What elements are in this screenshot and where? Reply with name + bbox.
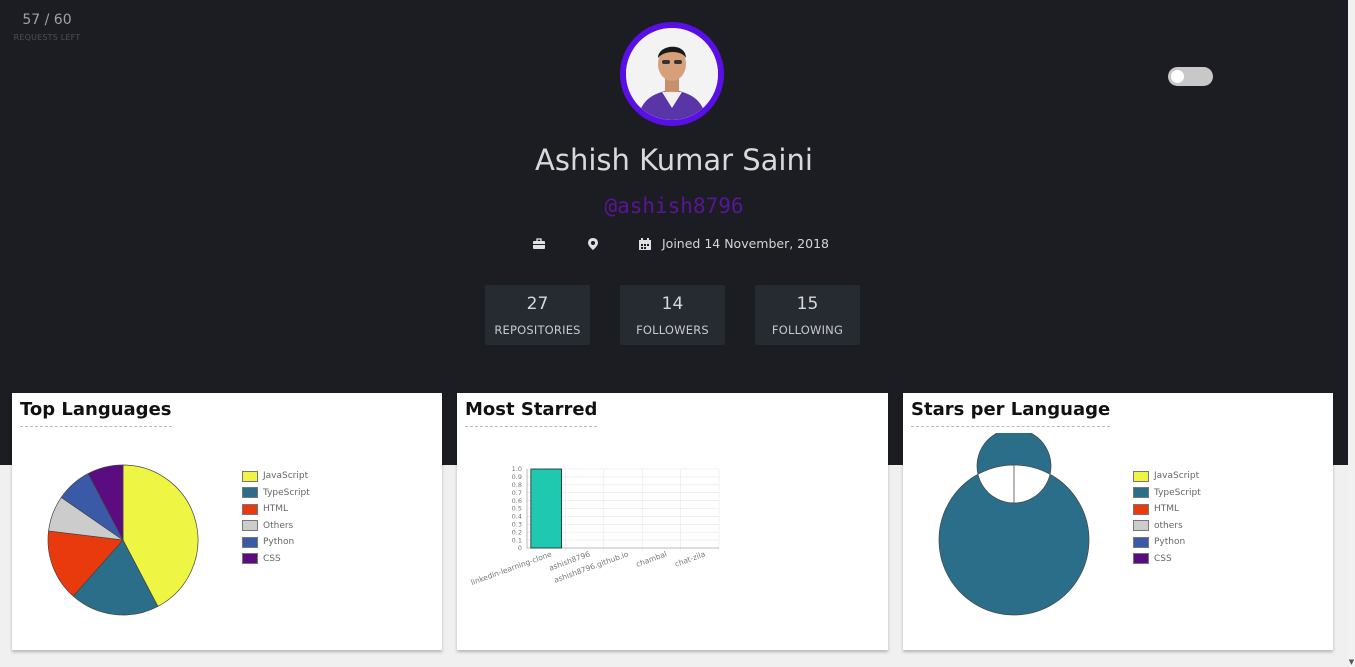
- avatar-photo-icon: [626, 28, 718, 120]
- requests-label: REQUESTS LEFT: [13, 33, 81, 42]
- y-tick-label: 0.8: [512, 481, 522, 489]
- rate-limit: 57 / 60 REQUESTS LEFT: [12, 12, 82, 42]
- stat-value: 14: [661, 294, 684, 314]
- legend-swatch: [1133, 470, 1149, 482]
- legend-label: HTML: [263, 504, 289, 515]
- y-tick-label: 0.5: [512, 505, 522, 513]
- stat-label: FOLLOWERS: [636, 323, 709, 337]
- avatar: [620, 22, 724, 126]
- legend-label: others: [1154, 520, 1183, 531]
- x-tick-label: chambal: [635, 549, 668, 568]
- top-languages-legend: JavaScript TypeScript HTML Others Python CSS: [242, 468, 310, 567]
- y-tick-label: 0.6: [512, 497, 522, 505]
- legend-swatch: [242, 520, 258, 532]
- legend-item-javascript[interactable]: JavaScript: [242, 468, 310, 485]
- legend-label: CSS: [263, 553, 281, 564]
- joined-date: Joined 14 November, 2018: [662, 236, 829, 251]
- stat-value: 15: [796, 294, 819, 314]
- stat-label: REPOSITORIES: [494, 323, 581, 337]
- top-languages-pie-chart: [47, 464, 199, 616]
- legend-swatch: [242, 503, 258, 515]
- most-starred-bar-chart: 00.10.20.30.40.50.60.70.80.91.0 linkedin-…: [470, 465, 720, 587]
- stars-per-language-doughnut-chart: [938, 433, 1090, 616]
- legend-item-javascript[interactable]: JavaScript: [1133, 468, 1201, 485]
- stat-label: FOLLOWING: [771, 323, 844, 337]
- legend-item-python[interactable]: Python: [1133, 534, 1201, 551]
- card-title: Stars per Language: [911, 399, 1111, 427]
- legend-item-typescript[interactable]: TypeScript: [1133, 485, 1201, 502]
- legend-item-css[interactable]: CSS: [242, 551, 310, 568]
- pie-slice-typescript[interactable]: [938, 433, 1090, 616]
- y-tick-label: 1.0: [512, 465, 522, 473]
- profile-login[interactable]: @ashish8796: [0, 194, 1348, 218]
- y-tick-label: 0.4: [512, 513, 522, 521]
- legend-swatch: [242, 470, 258, 482]
- bar-linkedin-learning-clone[interactable]: [530, 468, 562, 549]
- legend-item-html[interactable]: HTML: [1133, 501, 1201, 518]
- card-title: Top Languages: [20, 399, 172, 427]
- legend-swatch: [242, 487, 258, 499]
- legend-item-html[interactable]: HTML: [242, 501, 310, 518]
- legend-label: Others: [263, 520, 294, 531]
- legend-swatch: [1133, 553, 1149, 565]
- legend-label: TypeScript: [1154, 487, 1201, 498]
- legend-swatch: [1133, 487, 1149, 499]
- y-tick-label: 0.7: [512, 489, 522, 497]
- x-tick-label: chat-zila: [673, 549, 706, 568]
- legend-label: Python: [1154, 537, 1186, 548]
- legend-label: HTML: [1154, 504, 1180, 515]
- y-tick-label: 0.1: [512, 536, 522, 544]
- scroll-down-arrow-icon[interactable]: ▼: [1348, 657, 1355, 667]
- legend-label: Python: [263, 537, 295, 548]
- legend-label: CSS: [1154, 553, 1172, 564]
- x-tick-label: linkedin-learning-clone: [470, 549, 554, 587]
- scrollbar[interactable]: ▼: [1348, 0, 1355, 667]
- legend-item-typescript[interactable]: TypeScript: [242, 485, 310, 502]
- stat-following[interactable]: 15 FOLLOWING: [755, 285, 860, 345]
- legend-swatch: [1133, 503, 1149, 515]
- legend-item-others[interactable]: Others: [242, 518, 310, 535]
- location-pin-icon: [586, 236, 602, 252]
- stat-value: 27: [526, 294, 549, 314]
- y-tick-label: 0.9: [512, 473, 522, 481]
- y-tick-label: 0.3: [512, 521, 522, 529]
- stat-repositories[interactable]: 27 REPOSITORIES: [485, 285, 590, 345]
- legend-swatch: [1133, 520, 1149, 532]
- legend-label: TypeScript: [263, 487, 310, 498]
- stat-followers[interactable]: 14 FOLLOWERS: [620, 285, 725, 345]
- toggle-knob: [1171, 70, 1184, 83]
- top-languages-card: Top Languages JavaScript TypeScript HTML Ot…: [12, 393, 442, 650]
- calendar-icon: [638, 236, 654, 252]
- most-starred-card: Most Starred 0 0.1 0.2 0.3 0.4 0.5 0.6 0.7 0.8 0.…: [457, 393, 888, 650]
- legend-label: JavaScript: [1154, 471, 1200, 482]
- y-tick-label: 0: [518, 544, 522, 552]
- legend-swatch: [1133, 536, 1149, 548]
- legend-swatch: [242, 553, 258, 565]
- legend-item-python[interactable]: Python: [242, 534, 310, 551]
- briefcase-icon: [532, 236, 548, 252]
- legend-item-others[interactable]: others: [1133, 518, 1201, 535]
- legend-label: JavaScript: [263, 471, 309, 482]
- legend-swatch: [242, 536, 258, 548]
- y-tick-label: 0.2: [512, 528, 522, 536]
- profile-name: Ashish Kumar Saini: [535, 143, 813, 177]
- legend-item-css[interactable]: CSS: [1133, 551, 1201, 568]
- requests-count: 57 / 60: [22, 12, 72, 28]
- card-title: Most Starred: [465, 399, 598, 427]
- stars-per-language-card: Stars per Language JavaScript TypeScript H…: [903, 393, 1333, 650]
- theme-toggle[interactable]: [1168, 67, 1213, 86]
- stars-per-language-legend: JavaScript TypeScript HTML others Python CSS: [1133, 468, 1201, 567]
